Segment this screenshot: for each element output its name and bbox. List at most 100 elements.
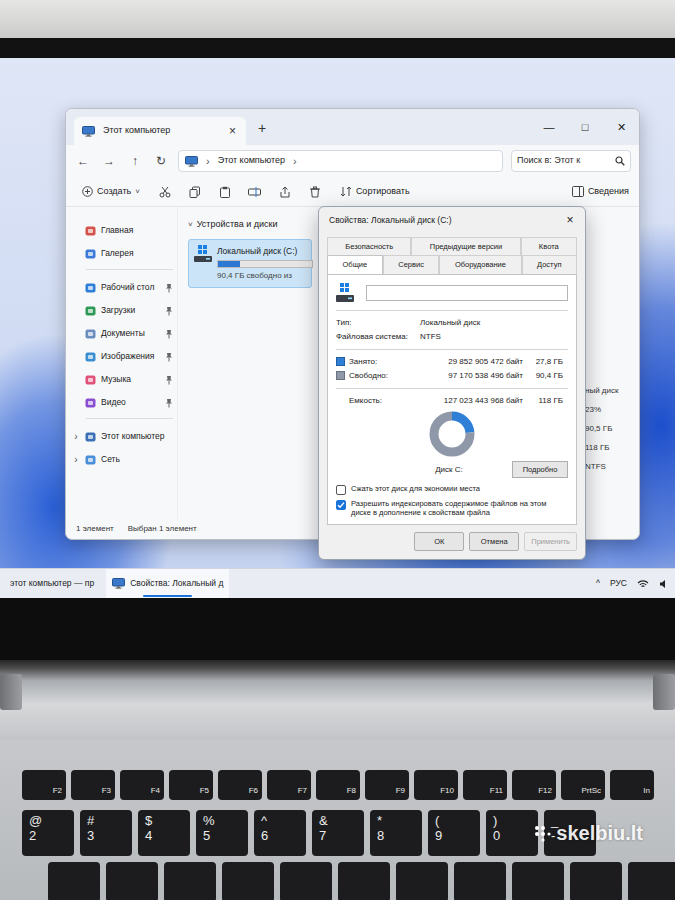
- sidebar-item[interactable]: Главная: [72, 219, 177, 242]
- maximize-button[interactable]: □: [567, 109, 603, 145]
- key-label: F10: [440, 785, 454, 797]
- usage-row: Свободно:97 170 538 496 байт90,4 ГБ: [336, 369, 568, 383]
- keyboard-key: &7: [312, 810, 364, 856]
- key-label: 7: [319, 829, 357, 844]
- sidebar-item[interactable]: ›Сеть: [72, 448, 177, 471]
- address-bar[interactable]: ›Этот компьютер›: [178, 150, 503, 172]
- ok-button[interactable]: ОК: [414, 532, 464, 551]
- expand-arrow[interactable]: ›: [72, 452, 80, 467]
- sidebar-item[interactable]: Видео: [72, 391, 177, 414]
- refresh-button[interactable]: ↻: [152, 152, 170, 170]
- language-indicator[interactable]: РУС: [610, 577, 627, 590]
- key-shift-label: &: [319, 814, 357, 829]
- capacity-row: Емкость:127 023 443 968 байт118 ГБ: [336, 394, 568, 408]
- dialog-tab[interactable]: Общие: [327, 255, 383, 273]
- video-icon: [85, 398, 96, 408]
- keyboard-key: PrtSc: [561, 770, 605, 800]
- dialog-tab[interactable]: Предыдущие версии: [411, 237, 520, 255]
- new-tab-button[interactable]: +: [246, 118, 278, 145]
- drive-name: Локальный диск (C:): [217, 245, 307, 258]
- sidebar-item[interactable]: Музыка: [72, 368, 177, 391]
- sidebar-label: Музыка: [101, 373, 160, 386]
- sort-button[interactable]: Сортировать: [334, 185, 410, 199]
- capacity-size: 118 ГБ: [527, 395, 563, 407]
- option-label: Сжать этот диск для экономии места: [351, 484, 480, 493]
- rename-button[interactable]: [244, 182, 266, 202]
- drive-tile[interactable]: Локальный диск (C:)90,4 ГБ свободно из: [188, 239, 312, 288]
- keyboard-key: F2: [22, 770, 66, 800]
- sidebar-item[interactable]: Изображения: [72, 345, 177, 368]
- sidebar-item[interactable]: › Этот компьютер: [72, 425, 177, 448]
- keyboard-key: F11: [463, 770, 507, 800]
- delete-button[interactable]: [304, 182, 326, 202]
- forward-button[interactable]: →: [100, 152, 118, 170]
- chart-segment: [434, 416, 470, 452]
- explorer-tab[interactable]: Этот компьютер×: [74, 117, 246, 145]
- collapse-arrow[interactable]: ˅: [188, 219, 193, 231]
- pin-icon: [165, 352, 173, 362]
- create-button[interactable]: Создать ˅: [76, 183, 146, 201]
- dialog-tab[interactable]: Оборудование: [439, 255, 521, 273]
- keyboard-key: In: [610, 770, 654, 800]
- details-button[interactable]: Сведения: [572, 185, 629, 199]
- separator: [336, 349, 568, 350]
- copy-button[interactable]: [184, 182, 206, 202]
- key-label: F4: [151, 785, 160, 797]
- dialog-tab[interactable]: Квота: [521, 237, 577, 255]
- checkbox[interactable]: [336, 485, 346, 495]
- details-button[interactable]: Подробно: [512, 461, 568, 478]
- system-tray: ^ РУС: [596, 577, 669, 590]
- sidebar-item[interactable]: Рабочий стол: [72, 276, 177, 299]
- wifi-icon[interactable]: [637, 579, 649, 589]
- close-tab-button[interactable]: ×: [227, 122, 238, 140]
- info-label: Тип:: [336, 317, 416, 329]
- legend-swatch: [336, 357, 345, 366]
- cut-icon: [159, 186, 171, 198]
- sidebar-separator: [86, 269, 173, 270]
- create-label: Создать: [97, 185, 131, 199]
- search-input[interactable]: [517, 154, 611, 168]
- rename-icon: [248, 186, 261, 198]
- sidebar-item[interactable]: Документы: [72, 322, 177, 345]
- chart-segment: [434, 416, 470, 452]
- dialog-title: Свойства: Локальный диск (C:): [329, 214, 555, 227]
- key-label: F8: [347, 785, 356, 797]
- sort-icon: [340, 186, 352, 197]
- close-button[interactable]: ✕: [603, 109, 639, 145]
- minimize-button[interactable]: —: [531, 109, 567, 145]
- close-button[interactable]: ×: [555, 211, 585, 229]
- sidebar-item[interactable]: Галерея: [72, 242, 177, 265]
- tab-bar: Этот компьютер×+ —□✕: [66, 109, 639, 145]
- dialog-tab[interactable]: Сервис: [383, 255, 440, 273]
- dialog-tab[interactable]: Доступ: [522, 255, 577, 273]
- dialog-tab[interactable]: Безопасность: [327, 237, 411, 255]
- computer-icon: [85, 432, 96, 442]
- taskbar-item[interactable]: Свойства: Локальный д: [106, 569, 229, 598]
- share-button[interactable]: [274, 182, 296, 202]
- section-title: Устройства и диски: [197, 218, 278, 232]
- details-value: 90,5 ГБ: [585, 423, 639, 435]
- taskbar-label: этот компьютер — пр: [10, 577, 94, 590]
- key-label: 3: [87, 829, 125, 844]
- address-location: Этот компьютер: [218, 154, 285, 168]
- cut-button[interactable]: [154, 182, 176, 202]
- option-checkbox-row[interactable]: Сжать этот диск для экономии места: [336, 484, 568, 495]
- taskbar-item[interactable]: этот компьютер — пр: [4, 569, 100, 598]
- paste-button[interactable]: [214, 182, 236, 202]
- expand-arrow[interactable]: ›: [72, 429, 80, 444]
- sidebar-label: Этот компьютер: [101, 430, 165, 443]
- sidebar-item[interactable]: Загрузки: [72, 299, 177, 322]
- tray-chevron[interactable]: ^: [596, 577, 600, 590]
- cancel-button[interactable]: Отмена: [469, 532, 519, 551]
- drive-name-field[interactable]: [366, 285, 568, 301]
- option-checkbox-row[interactable]: Разрешить индексировать содержимое файло…: [336, 499, 568, 517]
- checkbox[interactable]: [336, 500, 346, 510]
- up-button[interactable]: ↑: [126, 152, 144, 170]
- speaker-icon[interactable]: [659, 579, 669, 589]
- disk-row: Диск C:Подробно: [336, 460, 568, 480]
- create-arrow: ˅: [135, 186, 140, 198]
- usage-chart: [336, 408, 568, 460]
- info-row: Файловая система:NTFS: [336, 330, 568, 344]
- copy-icon: [189, 186, 201, 198]
- back-button[interactable]: ←: [74, 152, 92, 170]
